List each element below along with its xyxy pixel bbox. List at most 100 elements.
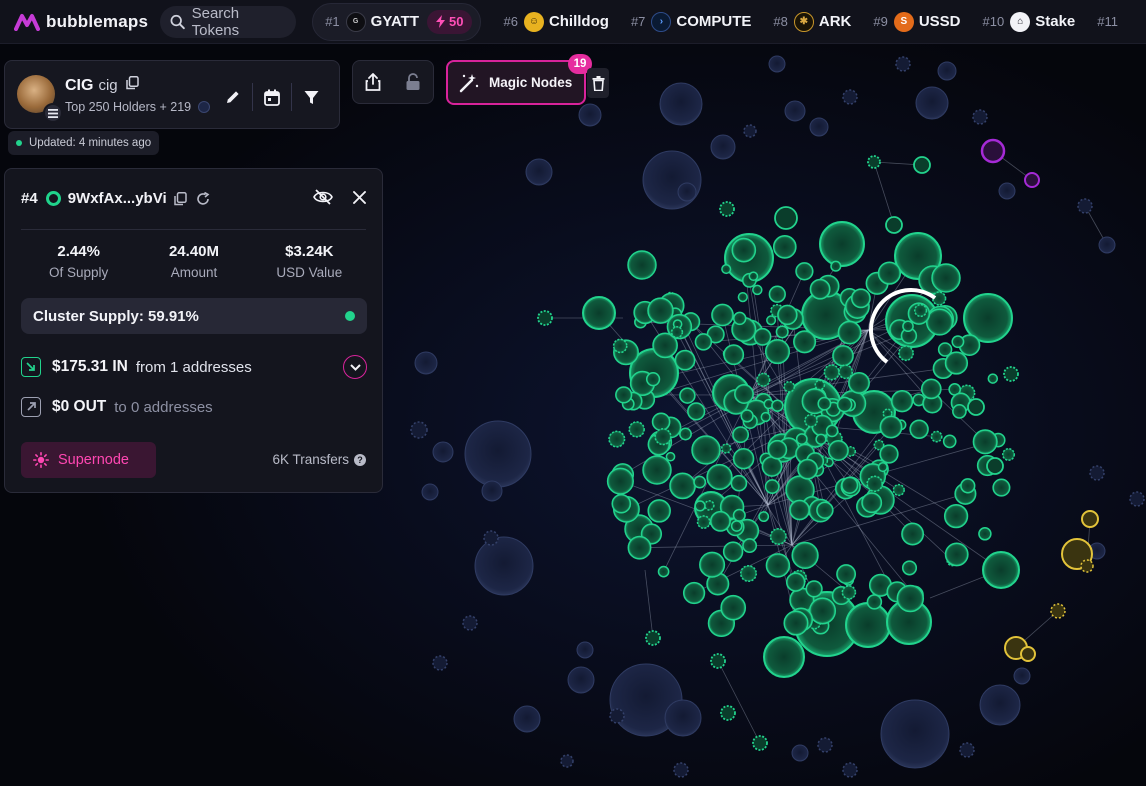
- bubble-node[interactable]: [764, 339, 791, 365]
- bubble-node[interactable]: [743, 124, 757, 138]
- bubble-node[interactable]: [832, 344, 854, 367]
- bubble-node[interactable]: [722, 541, 744, 562]
- bubble-node[interactable]: [513, 705, 541, 733]
- bubble-node[interactable]: [942, 434, 957, 449]
- bubble-node[interactable]: [410, 421, 428, 439]
- bubble-node[interactable]: [679, 427, 692, 441]
- bubble-node[interactable]: [758, 511, 770, 523]
- bubble-node[interactable]: [1020, 646, 1036, 662]
- trending-item-stake[interactable]: #10 ⌂ Stake: [983, 11, 1075, 32]
- bubble-node[interactable]: [809, 278, 831, 300]
- bubble-node[interactable]: [432, 655, 448, 671]
- bubble-node[interactable]: [836, 564, 857, 585]
- bubble-node[interactable]: [669, 472, 696, 500]
- bubble-node[interactable]: [421, 483, 439, 501]
- bubble-node[interactable]: [654, 428, 672, 446]
- bubble-node[interactable]: [1081, 510, 1099, 528]
- bubble-node[interactable]: [753, 327, 772, 346]
- bubble-node[interactable]: [791, 744, 809, 762]
- bubble-node[interactable]: [998, 182, 1016, 200]
- supernode-button[interactable]: Supernode: [21, 442, 156, 478]
- bubble-node[interactable]: [645, 630, 661, 646]
- bubble-node[interactable]: [737, 291, 748, 303]
- bubble-node[interactable]: [819, 221, 865, 267]
- share-icon[interactable]: [365, 73, 381, 91]
- bubble-node[interactable]: [709, 510, 731, 532]
- bubble-node[interactable]: [432, 441, 454, 463]
- bubble-node[interactable]: [982, 551, 1020, 589]
- bubble-node[interactable]: [732, 508, 746, 522]
- bubble-node[interactable]: [797, 458, 819, 480]
- search-input[interactable]: Search Tokens: [160, 5, 297, 39]
- help-icon[interactable]: ?: [354, 453, 366, 466]
- bubble-node[interactable]: [560, 754, 574, 768]
- bubble-node[interactable]: [944, 542, 969, 567]
- bubble-node[interactable]: [1013, 667, 1031, 685]
- bubble-node[interactable]: [815, 433, 827, 445]
- expand-inflow-button[interactable]: [343, 355, 367, 379]
- bubble-node[interactable]: [764, 479, 780, 495]
- bubble-node[interactable]: [817, 396, 832, 411]
- bubble-node[interactable]: [777, 304, 798, 326]
- bubble-node[interactable]: [694, 333, 713, 351]
- bubble-node[interactable]: [691, 435, 721, 465]
- bubble-node[interactable]: [760, 411, 771, 423]
- bubble-node[interactable]: [627, 535, 652, 560]
- bubble-node[interactable]: [651, 412, 671, 432]
- bubble-node[interactable]: [986, 457, 1004, 475]
- bubble-node[interactable]: [740, 409, 754, 423]
- bubble-node[interactable]: [909, 419, 929, 440]
- bubble-node[interactable]: [693, 475, 707, 489]
- bubble-node[interactable]: [763, 636, 805, 678]
- bubble-node[interactable]: [866, 475, 884, 493]
- bubble-node[interactable]: [841, 585, 857, 600]
- bubble-node[interactable]: [525, 158, 553, 186]
- bubble-node[interactable]: [827, 440, 849, 461]
- bubble-node[interactable]: [980, 138, 1006, 164]
- bubble-node[interactable]: [567, 666, 595, 694]
- lock-icon[interactable]: [405, 73, 421, 91]
- bubble-node[interactable]: [766, 315, 777, 326]
- bubble-node[interactable]: [609, 708, 625, 724]
- bubble-node[interactable]: [748, 271, 759, 282]
- bubble-node[interactable]: [1001, 447, 1016, 462]
- bubble-node[interactable]: [805, 580, 823, 598]
- bubble-node[interactable]: [979, 684, 1021, 726]
- bubble-node[interactable]: [771, 399, 784, 412]
- bubble-node[interactable]: [682, 581, 706, 605]
- bubble-node[interactable]: [784, 100, 806, 122]
- bubble-node[interactable]: [1098, 236, 1116, 254]
- bubble-node[interactable]: [808, 597, 837, 625]
- bubble-node[interactable]: [723, 344, 745, 366]
- bubble-node[interactable]: [720, 594, 747, 621]
- bubble-node[interactable]: [913, 156, 931, 174]
- bubble-node[interactable]: [817, 737, 833, 753]
- bubble-node[interactable]: [711, 303, 734, 327]
- trending-item-ussd[interactable]: #9 S USSD: [873, 11, 961, 32]
- bubble-node[interactable]: [789, 499, 810, 521]
- bubble-node[interactable]: [901, 522, 925, 546]
- copy-icon[interactable]: [173, 191, 187, 206]
- bubble-node[interactable]: [825, 424, 839, 438]
- bubble-node[interactable]: [767, 439, 788, 460]
- bubble-node[interactable]: [972, 109, 988, 125]
- bubble-node[interactable]: [987, 373, 999, 384]
- bubble-node[interactable]: [659, 82, 703, 126]
- boost-badge[interactable]: 50: [427, 9, 473, 34]
- bubble-node[interactable]: [739, 564, 758, 583]
- bubble-node[interactable]: [647, 297, 674, 324]
- bubble-node[interactable]: [1129, 491, 1145, 507]
- bubble-node[interactable]: [867, 155, 881, 169]
- bubble-node[interactable]: [896, 584, 925, 613]
- bubble-node[interactable]: [608, 430, 626, 448]
- bubble-node[interactable]: [576, 641, 594, 659]
- bubble-node[interactable]: [967, 398, 985, 416]
- bubble-node[interactable]: [627, 250, 657, 280]
- bubble-node[interactable]: [913, 303, 928, 318]
- bubble-node[interactable]: [481, 480, 503, 502]
- bubble-node[interactable]: [816, 501, 834, 519]
- bubble-node[interactable]: [752, 735, 768, 751]
- bubble-node[interactable]: [414, 351, 438, 375]
- bubble-node[interactable]: [783, 380, 796, 393]
- bubble-node[interactable]: [1024, 172, 1040, 188]
